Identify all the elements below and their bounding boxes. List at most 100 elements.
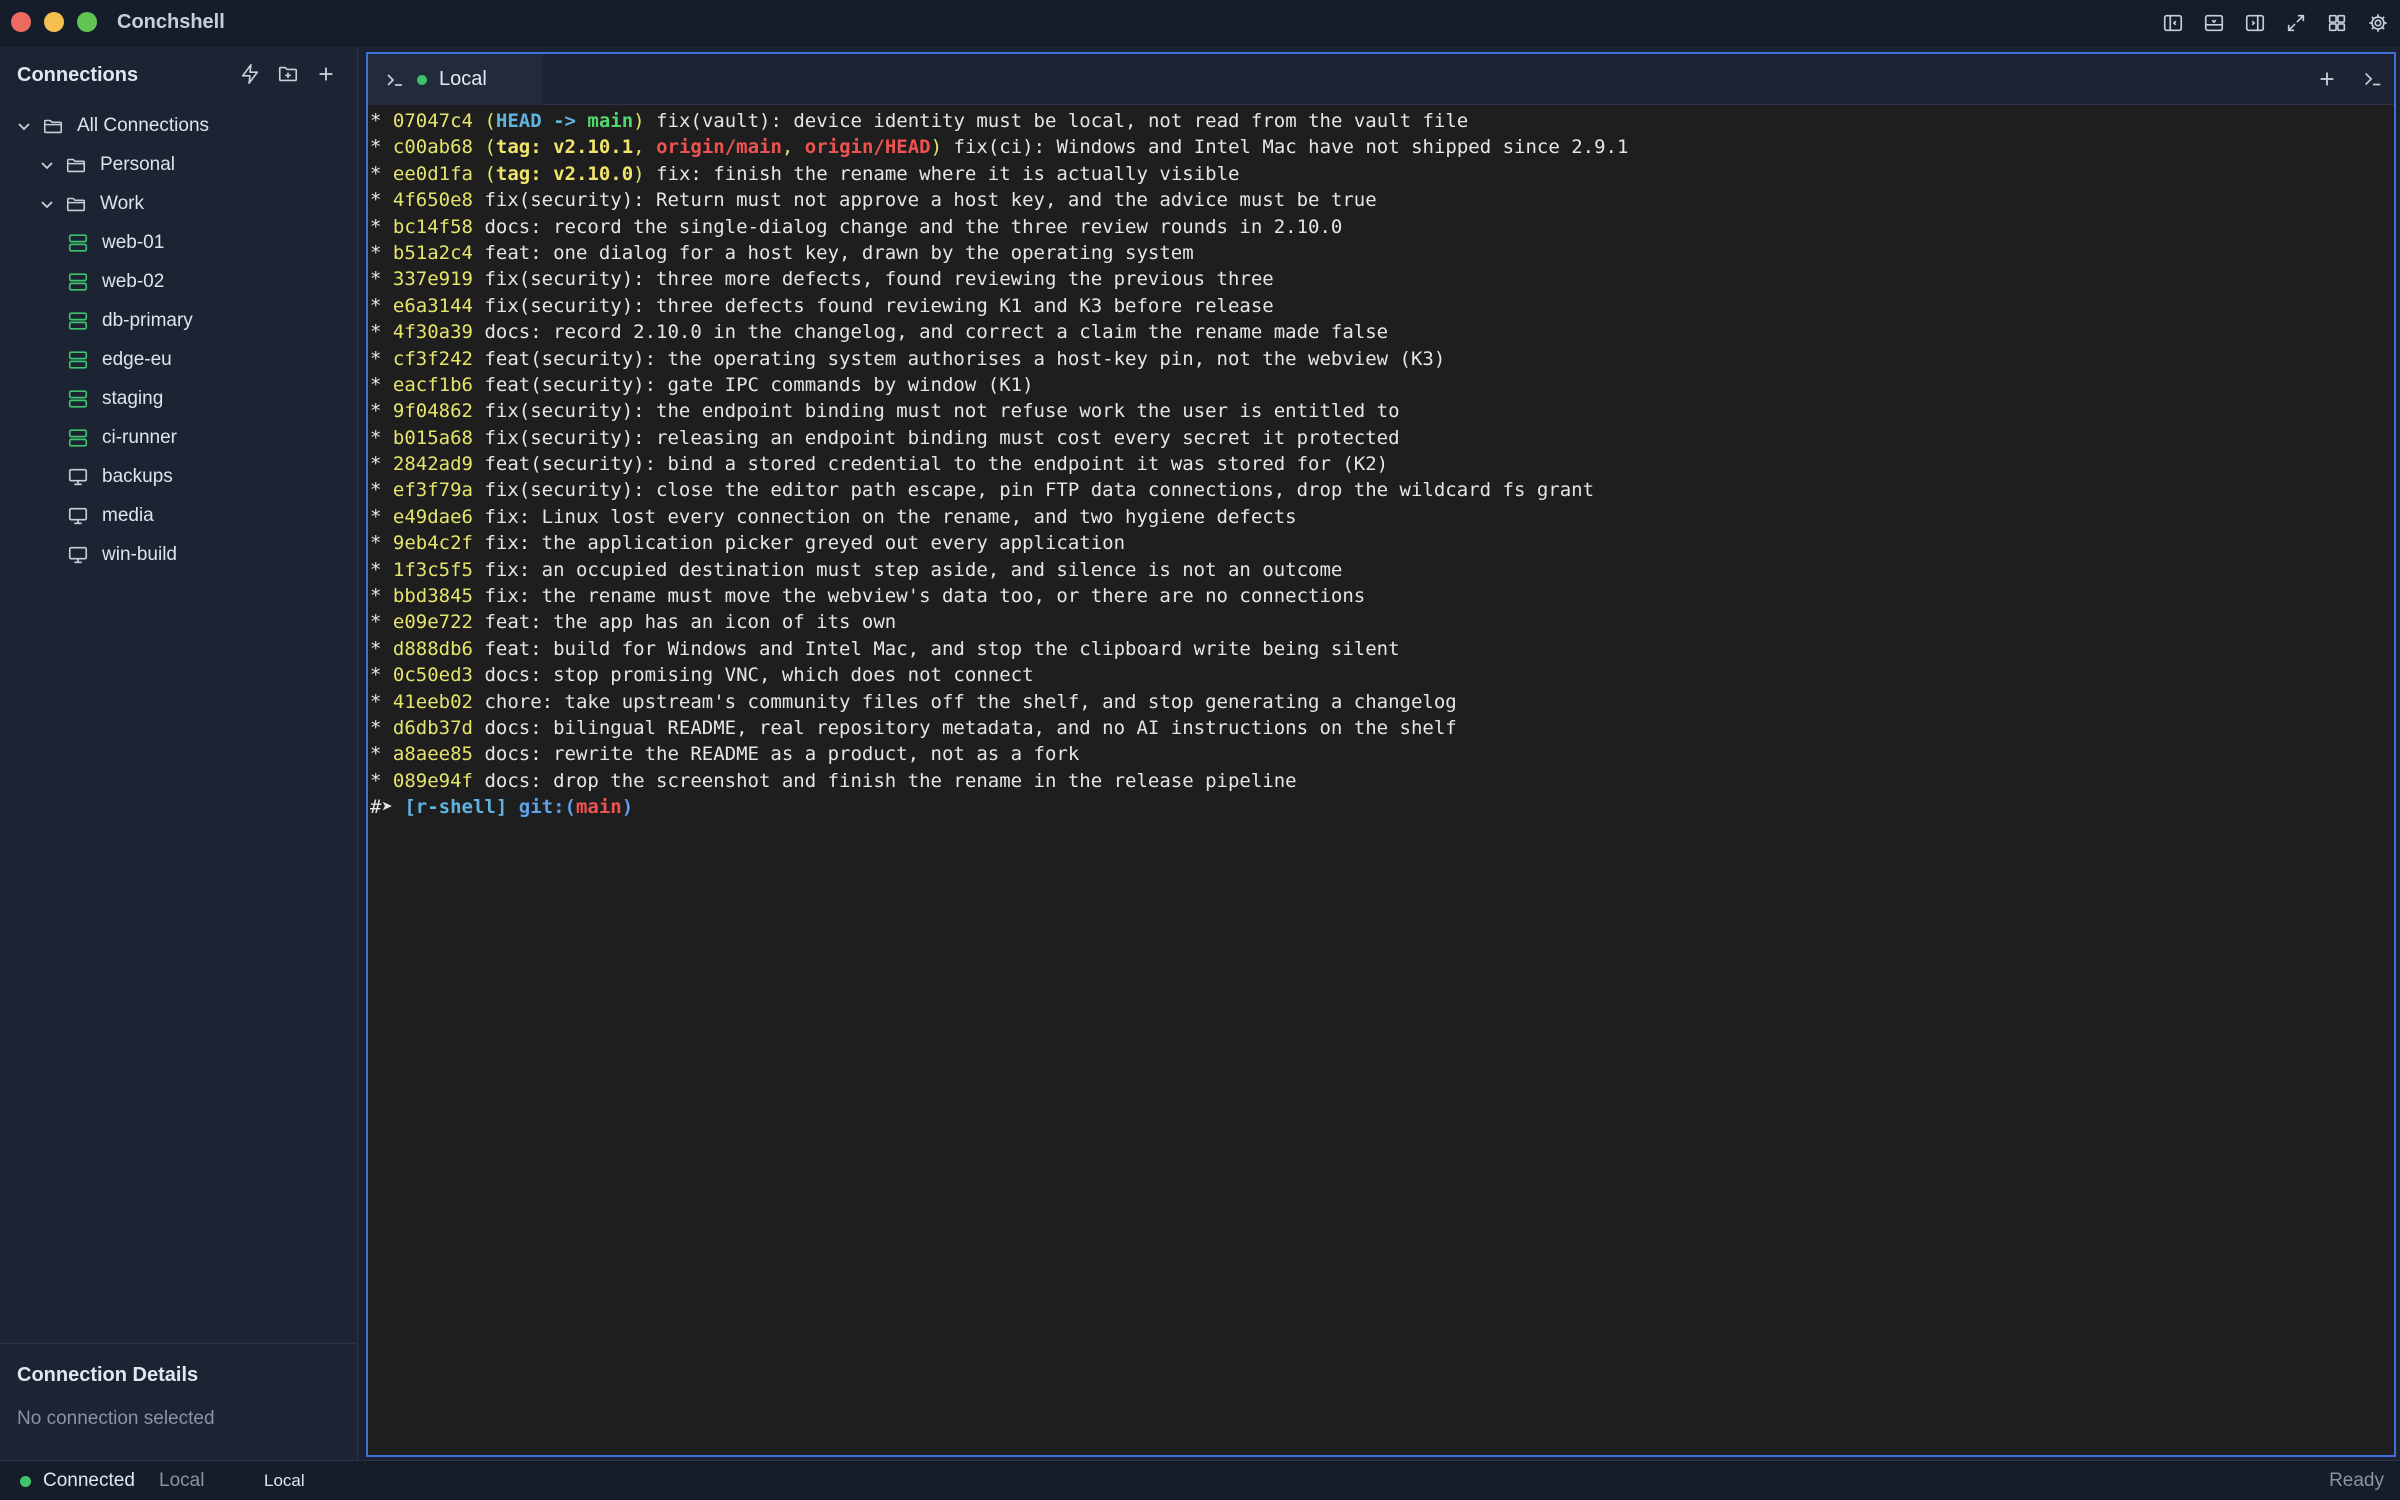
graph-star: * bbox=[370, 769, 382, 792]
server-icon bbox=[68, 428, 88, 447]
chevron-down-icon[interactable] bbox=[16, 118, 32, 134]
commit-message: docs: record the single-dialog change an… bbox=[484, 215, 1343, 238]
tab-actions bbox=[2316, 68, 2384, 90]
prompt-branch: main bbox=[575, 796, 622, 819]
folder-plus-icon[interactable] bbox=[277, 63, 299, 85]
shell-prompt: #➤ [r-shell] git:(main) bbox=[370, 794, 2390, 820]
commit-hash: ef3f79a bbox=[392, 479, 473, 502]
terminal-line: * 2842ad9 feat(security): bind a stored … bbox=[370, 451, 2390, 477]
toggle-bottom-panel-icon[interactable] bbox=[2202, 11, 2226, 35]
monitor-icon bbox=[68, 507, 88, 524]
layout-grid-icon[interactable] bbox=[2325, 11, 2349, 35]
tree-group-work[interactable]: Work bbox=[0, 184, 358, 223]
tree-item-label: All Connections bbox=[77, 114, 210, 136]
folder-icon bbox=[66, 158, 86, 172]
terminal-line: * b015a68 fix(security): releasing an en… bbox=[370, 425, 2390, 451]
close-window-button[interactable] bbox=[11, 12, 31, 32]
tab-local[interactable]: Local bbox=[368, 54, 542, 105]
connection-label: media bbox=[102, 504, 154, 526]
terminal-line: * 4f650e8 fix(security): Return must not… bbox=[370, 187, 2390, 213]
commit-hash: 4f30a39 bbox=[392, 321, 473, 344]
connection-item-win-build[interactable]: win-build bbox=[0, 535, 358, 574]
graph-star: * bbox=[370, 637, 382, 660]
commit-message: fix(vault): device identity must be loca… bbox=[644, 110, 1469, 132]
connection-item-media[interactable]: media bbox=[0, 496, 358, 535]
commit-message: fix: the rename must move the webview's … bbox=[484, 585, 1366, 608]
commit-hash: b51a2c4 bbox=[392, 241, 473, 264]
new-tab-plus-icon[interactable] bbox=[2316, 68, 2338, 90]
commit-hash: 089e94f bbox=[392, 769, 473, 792]
commit-hash: e6a3144 bbox=[392, 294, 473, 317]
commit-hash: bbd3845 bbox=[392, 585, 473, 608]
terminal-line: * e6a3144 fix(security): three defects f… bbox=[370, 293, 2390, 319]
terminal-line: * 1f3c5f5 fix: an occupied destination m… bbox=[370, 557, 2390, 583]
lightning-icon[interactable] bbox=[239, 63, 261, 85]
graph-star: * bbox=[370, 558, 382, 581]
title-bar: Conchshell bbox=[0, 0, 2400, 46]
commit-list: * 4f650e8 fix(security): Return must not… bbox=[370, 187, 2390, 794]
terminal-line: * a8aee85 docs: rewrite the README as a … bbox=[370, 741, 2390, 767]
graph-star: * bbox=[370, 268, 382, 291]
connections-sidebar: Connections All Connections Personal Wor… bbox=[0, 46, 358, 1460]
terminal-line: * 0c50ed3 docs: stop promising VNC, whic… bbox=[370, 662, 2390, 688]
ref-tag: tag: v2.10.0 bbox=[495, 162, 634, 185]
connection-label: backups bbox=[102, 465, 173, 487]
ref-paren-open: ( bbox=[484, 136, 496, 159]
commit-hash: d6db37d bbox=[392, 716, 473, 739]
toggle-right-panel-icon[interactable] bbox=[2243, 11, 2267, 35]
connection-label: db-primary bbox=[102, 309, 193, 331]
status-ready: Ready bbox=[2329, 1470, 2384, 1491]
status-bar: Connected Local Local Ready bbox=[0, 1460, 2400, 1500]
commit-hash: d888db6 bbox=[392, 637, 473, 660]
commit-hash: 1f3c5f5 bbox=[392, 558, 473, 581]
minimize-window-button[interactable] bbox=[44, 12, 64, 32]
connection-item-edge-eu[interactable]: edge-eu bbox=[0, 340, 358, 379]
connection-item-backups[interactable]: backups bbox=[0, 457, 358, 496]
graph-star: * bbox=[370, 453, 382, 476]
commit-message: fix: Linux lost every connection on the … bbox=[484, 505, 1297, 528]
commit-message: docs: bilingual README, real repository … bbox=[484, 716, 1457, 739]
status-active-tab[interactable]: Local bbox=[264, 1471, 305, 1491]
connection-status-dot bbox=[417, 74, 427, 85]
connection-item-web-02[interactable]: web-02 bbox=[0, 262, 358, 301]
terminal-line: * d888db6 feat: build for Windows and In… bbox=[370, 636, 2390, 662]
graph-star: * bbox=[370, 585, 382, 608]
commit-message: fix(security): close the editor path esc… bbox=[484, 479, 1595, 502]
commit-message: fix(security): the endpoint binding must… bbox=[484, 400, 1400, 423]
chevron-down-icon[interactable] bbox=[39, 157, 55, 173]
terminal-line: * ee0d1fa (tag: v2.10.0) fix: finish the… bbox=[370, 161, 2390, 187]
zoom-window-button[interactable] bbox=[77, 12, 97, 32]
chevron-down-icon[interactable] bbox=[39, 196, 55, 212]
fullscreen-icon[interactable] bbox=[2284, 11, 2308, 35]
server-icon bbox=[68, 233, 88, 252]
commit-hash: b015a68 bbox=[392, 426, 473, 449]
graph-star: * bbox=[370, 532, 382, 555]
ref-tag: tag: v2.10.1 bbox=[495, 136, 634, 159]
folder-icon bbox=[66, 197, 86, 211]
tree-item-all-connections[interactable]: All Connections bbox=[0, 106, 358, 145]
app-title: Conchshell bbox=[117, 11, 225, 33]
connection-item-staging[interactable]: staging bbox=[0, 379, 358, 418]
commit-hash: 2842ad9 bbox=[392, 453, 473, 476]
terminal-output[interactable]: * 07047c4 (HEAD -> main) fix(vault): dev… bbox=[370, 108, 2390, 1453]
toggle-left-panel-icon[interactable] bbox=[2161, 11, 2185, 35]
graph-star: * bbox=[370, 294, 382, 317]
terminal-pane: Local * 07047c4 (HEAD -> main) fix(vault… bbox=[366, 52, 2396, 1457]
connection-item-db-primary[interactable]: db-primary bbox=[0, 301, 358, 340]
connection-label: web-02 bbox=[102, 270, 165, 292]
commit-message: feat: one dialog for a host key, drawn b… bbox=[484, 241, 1194, 264]
prompt-directory: [r-shell] bbox=[404, 796, 508, 819]
prompt-git-label: git: bbox=[518, 796, 565, 819]
commit-hash: bc14f58 bbox=[392, 215, 473, 238]
new-terminal-icon[interactable] bbox=[2362, 68, 2384, 90]
status-host: Local bbox=[159, 1470, 205, 1491]
connection-item-ci-runner[interactable]: ci-runner bbox=[0, 418, 358, 457]
commit-hash: 07047c4 bbox=[392, 110, 473, 132]
server-icon bbox=[68, 350, 88, 369]
plus-icon[interactable] bbox=[315, 63, 337, 85]
tree-group-personal[interactable]: Personal bbox=[0, 145, 358, 184]
connection-item-web-01[interactable]: web-01 bbox=[0, 223, 358, 262]
settings-gear-icon[interactable] bbox=[2366, 11, 2390, 35]
commit-message: docs: drop the screenshot and finish the… bbox=[484, 769, 1297, 792]
terminal-line: * 337e919 fix(security): three more defe… bbox=[370, 266, 2390, 292]
